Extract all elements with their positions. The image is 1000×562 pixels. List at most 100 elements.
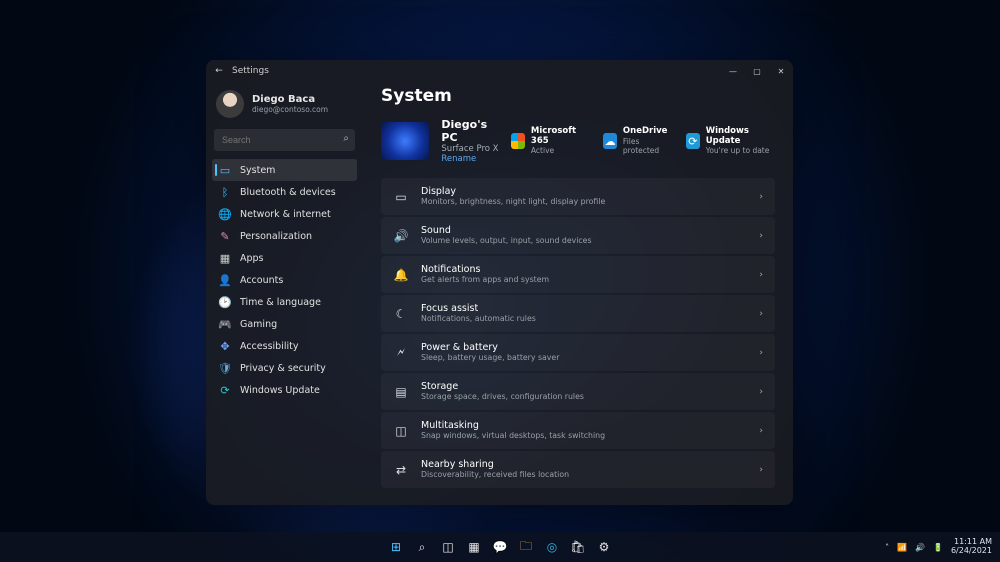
hero-link-onedrive[interactable]: ☁ OneDriveFiles protected [603, 127, 670, 155]
sidebar-item-label: Privacy & security [240, 363, 326, 374]
display-icon: ▭ [393, 189, 409, 205]
pc-thumbnail [381, 122, 429, 160]
taskbar-settings[interactable]: ⚙ [594, 537, 614, 557]
paint-icon: ✎ [218, 229, 232, 243]
hero-link-m365[interactable]: Microsoft 365Active [511, 127, 587, 155]
close-button[interactable]: ✕ [769, 60, 793, 82]
sidebar-item-gaming[interactable]: 🎮 Gaming [212, 313, 357, 335]
sidebar-item-label: Bluetooth & devices [240, 187, 336, 198]
setting-title: Multitasking [421, 421, 605, 432]
hero-link-subtitle: You're up to date [706, 146, 775, 155]
setting-subtitle: Volume levels, output, input, sound devi… [421, 236, 592, 245]
system-icon: ▭ [218, 163, 232, 177]
maximize-button[interactable]: ▢ [745, 60, 769, 82]
nav-list: ▭System ᛒ Bluetooth & devices 🌐 Network & … [212, 159, 357, 401]
sidebar-item-label: Time & language [240, 297, 321, 308]
sidebar: Diego Baca diego@contoso.com ⌕ ▭System ᛒ… [206, 82, 363, 505]
search-input[interactable] [214, 129, 355, 151]
avatar [216, 90, 244, 118]
taskbar-clock[interactable]: 11:11 AM 6/24/2021 [951, 538, 992, 556]
hero-link-title: Windows Update [706, 127, 775, 146]
system-tray: ˄ 📶 🔊 🔋 11:11 AM 6/24/2021 [885, 538, 992, 556]
setting-sound[interactable]: 🔊 SoundVolume levels, output, input, soun… [381, 217, 775, 254]
taskbar-edge[interactable]: ◎ [542, 537, 562, 557]
sidebar-item-label: Gaming [240, 319, 277, 330]
chevron-right-icon: › [759, 387, 763, 397]
profile-name: Diego Baca [252, 94, 328, 105]
sidebar-item-update[interactable]: ⟳Windows Update [212, 379, 357, 401]
gaming-icon: 🎮 [218, 317, 232, 331]
onedrive-icon: ☁ [603, 133, 617, 149]
globe-icon: 🌐 [218, 207, 232, 221]
microsoft-icon [511, 133, 525, 149]
setting-title: Nearby sharing [421, 460, 569, 471]
back-button[interactable]: ← [212, 66, 226, 76]
setting-subtitle: Monitors, brightness, night light, displ… [421, 197, 605, 206]
clock-icon: 🕑 [218, 295, 232, 309]
setting-title: Power & battery [421, 343, 559, 354]
hero-link-subtitle: Active [531, 146, 587, 155]
volume-icon[interactable]: 🔊 [915, 543, 925, 552]
taskbar-explorer[interactable]: 🗀 [516, 537, 536, 557]
setting-display[interactable]: ▭DisplayMonitors, brightness, night ligh… [381, 178, 775, 215]
chevron-right-icon: › [759, 426, 763, 436]
setting-subtitle: Sleep, battery usage, battery saver [421, 353, 559, 362]
taskbar-taskview[interactable]: ◫ [438, 537, 458, 557]
hero-row: Diego's PC Surface Pro X Rename Microsof… [381, 118, 775, 164]
sidebar-item-time[interactable]: 🕑 Time & language [212, 291, 357, 313]
sidebar-item-accessibility[interactable]: ✥Accessibility [212, 335, 357, 357]
sidebar-item-label: Network & internet [240, 209, 331, 220]
settings-window: ← Settings — ▢ ✕ Diego Baca diego@contos… [206, 60, 793, 505]
sidebar-item-network[interactable]: 🌐 Network & internet [212, 203, 357, 225]
settings-list: ▭DisplayMonitors, brightness, night ligh… [381, 178, 775, 490]
chevron-right-icon: › [759, 231, 763, 241]
sidebar-item-label: Apps [240, 253, 264, 264]
setting-nearby[interactable]: ⇄ Nearby sharingDiscoverability, received… [381, 451, 775, 488]
sound-icon: 🔊 [393, 228, 409, 244]
chevron-right-icon: › [759, 465, 763, 475]
rename-link[interactable]: Rename [441, 154, 499, 164]
taskbar-store[interactable]: 🛍 [568, 537, 588, 557]
taskbar-search[interactable]: ⌕ [412, 537, 432, 557]
taskbar-chat[interactable]: 💬 [490, 537, 510, 557]
sidebar-item-system[interactable]: ▭System [212, 159, 357, 181]
sidebar-item-label: Personalization [240, 231, 312, 242]
sidebar-item-personalization[interactable]: ✎ Personalization [212, 225, 357, 247]
setting-title: Sound [421, 226, 592, 237]
multitask-icon: ◫ [393, 423, 409, 439]
bluetooth-icon: ᛒ [218, 185, 232, 199]
battery-icon[interactable]: 🔋 [933, 543, 943, 552]
hero-link-update[interactable]: ⟳ Windows UpdateYou're up to date [686, 127, 775, 155]
titlebar: ← Settings — ▢ ✕ [206, 60, 793, 82]
wifi-icon[interactable]: 📶 [897, 543, 907, 552]
setting-subtitle: Discoverability, received files location [421, 470, 569, 479]
profile-block[interactable]: Diego Baca diego@contoso.com [212, 86, 357, 128]
clock-date: 6/24/2021 [951, 547, 992, 556]
sidebar-item-label: Windows Update [240, 385, 320, 396]
search-box: ⌕ [214, 128, 355, 151]
taskbar-widgets[interactable]: ▦ [464, 537, 484, 557]
sidebar-item-accounts[interactable]: 👤Accounts [212, 269, 357, 291]
minimize-button[interactable]: — [721, 60, 745, 82]
setting-subtitle: Notifications, automatic rules [421, 314, 536, 323]
setting-multitasking[interactable]: ◫MultitaskingSnap windows, virtual deskt… [381, 412, 775, 449]
share-icon: ⇄ [393, 462, 409, 478]
setting-title: Notifications [421, 265, 549, 276]
setting-focus[interactable]: ☾ Focus assistNotifications, automatic ru… [381, 295, 775, 332]
tray-overflow-icon[interactable]: ˄ [885, 543, 889, 552]
hero-link-title: OneDrive [623, 127, 670, 136]
sidebar-item-apps[interactable]: ▦Apps [212, 247, 357, 269]
setting-notifications[interactable]: 🔔NotificationsGet alerts from apps and s… [381, 256, 775, 293]
taskbar: ⊞ ⌕ ◫ ▦ 💬 🗀 ◎ 🛍 ⚙ ˄ 📶 🔊 🔋 11:11 AM 6/24/… [0, 532, 1000, 562]
moon-icon: ☾ [393, 306, 409, 322]
chevron-right-icon: › [759, 192, 763, 202]
sidebar-item-bluetooth[interactable]: ᛒ Bluetooth & devices [212, 181, 357, 203]
setting-power[interactable]: 🗲Power & batterySleep, battery usage, ba… [381, 334, 775, 371]
setting-storage[interactable]: ▤StorageStorage space, drives, configura… [381, 373, 775, 410]
sidebar-item-privacy[interactable]: 🛡Privacy & security [212, 357, 357, 379]
profile-email: diego@contoso.com [252, 105, 328, 114]
sidebar-item-label: Accessibility [240, 341, 298, 352]
start-button[interactable]: ⊞ [386, 537, 406, 557]
hero-link-subtitle: Files protected [623, 137, 670, 155]
setting-title: Focus assist [421, 304, 536, 315]
